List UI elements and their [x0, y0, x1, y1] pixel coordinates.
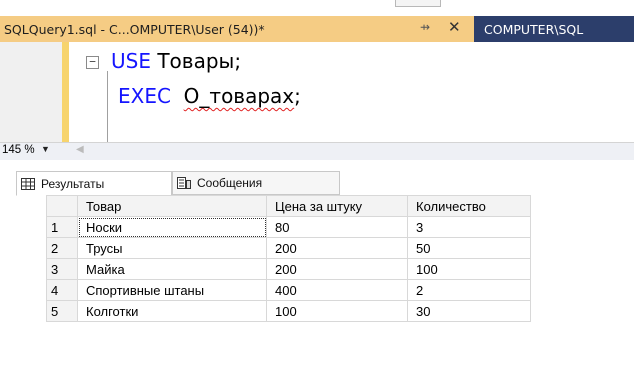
tab-computer-sql[interactable]: COMPUTER\SQL	[474, 16, 634, 42]
query-editor[interactable]: − USE Товары; EXEC O_товарах;	[0, 42, 634, 142]
procedure-name: O_товарах	[183, 84, 295, 108]
cell-price[interactable]: 200	[266, 237, 408, 259]
tab-sqlquery1[interactable]: SQLQuery1.sql - C...OMPUTER\User (54))* …	[0, 16, 474, 42]
collapse-icon[interactable]: −	[86, 56, 99, 69]
cell-quantity[interactable]: 100	[407, 258, 531, 280]
grid-icon	[21, 177, 35, 190]
zoom-level[interactable]: 145 %	[2, 144, 35, 156]
statement-terminator: ;	[294, 84, 301, 108]
cell-price[interactable]: 200	[266, 258, 408, 280]
messages-icon	[177, 177, 191, 189]
column-header-price[interactable]: Цена за штуку	[266, 195, 408, 217]
cell-quantity[interactable]: 50	[407, 237, 531, 259]
code-line-1: USE Товары;	[111, 49, 241, 73]
table-row: 4 Спортивные штаны 400 2	[46, 279, 531, 301]
column-header-quantity[interactable]: Количество	[407, 195, 531, 217]
cell-product[interactable]: Спортивные штаны	[77, 279, 267, 301]
code-line-2: EXEC O_товарах;	[118, 84, 301, 108]
cell-product[interactable]: Майка	[77, 258, 267, 280]
grid-corner[interactable]	[46, 195, 78, 217]
cell-quantity[interactable]: 2	[407, 279, 531, 301]
cell-quantity[interactable]: 30	[407, 300, 531, 322]
row-number[interactable]: 4	[46, 279, 78, 301]
chevron-down-icon[interactable]: ▼	[41, 144, 50, 154]
cell-price[interactable]: 400	[266, 279, 408, 301]
row-number[interactable]: 2	[46, 237, 78, 259]
keyword-exec: EXEC	[118, 84, 171, 108]
table-row: 3 Майка 200 100	[46, 258, 531, 280]
cell-quantity[interactable]: 3	[407, 216, 531, 238]
close-icon[interactable]: ✕	[448, 18, 461, 36]
change-indicator-bar	[62, 42, 69, 142]
scroll-left-icon[interactable]: ◀	[76, 144, 84, 155]
column-header-product[interactable]: Товар	[77, 195, 267, 217]
row-number[interactable]: 3	[46, 258, 78, 280]
table-row: 2 Трусы 200 50	[46, 237, 531, 259]
pin-icon[interactable]: ⇸	[420, 20, 430, 34]
cell-price[interactable]: 100	[266, 300, 408, 322]
table-row: 1 Носки 80 3	[46, 216, 531, 238]
tab-title-inactive: COMPUTER\SQL	[484, 21, 584, 37]
tab-results[interactable]: Результаты	[16, 171, 172, 196]
table-row: 5 Колготки 100 30	[46, 300, 531, 322]
editor-margin	[0, 42, 62, 142]
tab-title: SQLQuery1.sql - C...OMPUTER\User (54))*	[4, 21, 265, 37]
tab-messages-label: Сообщения	[197, 176, 263, 190]
tab-messages[interactable]: Сообщения	[172, 171, 340, 195]
keyword-use: USE	[111, 49, 151, 73]
results-pane: Результаты Сообщения Товар Цена за штуку…	[0, 160, 634, 367]
cell-product[interactable]: Носки	[77, 216, 267, 238]
results-grid[interactable]: Товар Цена за штуку Количество 1 Носки 8…	[46, 195, 531, 322]
window-top-strip	[0, 0, 634, 16]
database-name: Товары;	[157, 49, 242, 73]
row-number[interactable]: 5	[46, 300, 78, 322]
editor-status-bar: 145 % ▼ ◀	[0, 142, 634, 161]
document-tab-bar: SQLQuery1.sql - C...OMPUTER\User (54))* …	[0, 16, 634, 42]
cut-off-toolbar-control	[395, 0, 441, 7]
cell-product[interactable]: Трусы	[77, 237, 267, 259]
row-number[interactable]: 1	[46, 216, 78, 238]
outline-guide	[107, 71, 108, 142]
grid-header-row: Товар Цена за штуку Количество	[46, 195, 531, 217]
cell-product[interactable]: Колготки	[77, 300, 267, 322]
cell-price[interactable]: 80	[266, 216, 408, 238]
tab-results-label: Результаты	[41, 176, 105, 191]
